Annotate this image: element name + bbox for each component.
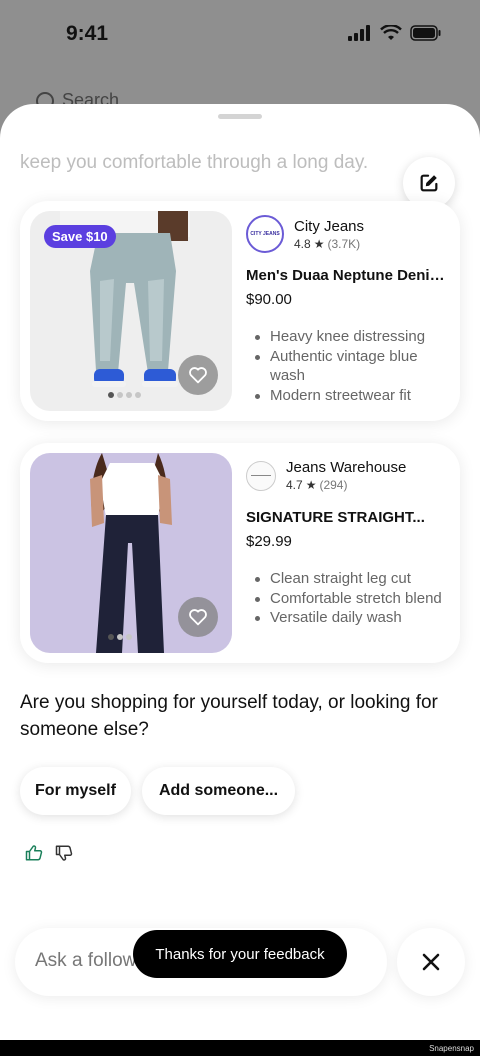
review-count: (294)	[319, 478, 348, 492]
image-pager-dots	[108, 634, 132, 640]
brand-rating: 4.7 ★ (294)	[286, 478, 406, 492]
brand-name: Jeans Warehouse	[286, 459, 407, 476]
chat-sheet: keep you comfortable through a long day.…	[0, 104, 480, 1040]
chip-add-someone[interactable]: Add someone...	[142, 767, 295, 815]
wifi-icon	[380, 25, 402, 40]
feature-list: Heavy knee distressing Authentic vintage…	[252, 327, 452, 405]
brand-rating: 4.8 ★ (3.7K)	[294, 237, 364, 251]
review-count: (3.7K)	[327, 236, 361, 251]
watermark: Snapensnap	[429, 1044, 474, 1053]
close-button[interactable]	[397, 928, 465, 996]
favorite-button[interactable]	[178, 355, 218, 395]
rating-value: 4.7	[286, 478, 303, 492]
thumbs-down-icon[interactable]	[55, 844, 73, 862]
footer-bar: Snapensnap	[0, 1040, 480, 1056]
thumbs-up-icon[interactable]	[25, 844, 43, 862]
status-bar: 9:41	[0, 0, 480, 72]
product-card[interactable]: Save $10 CITY JEANS City Jeans 4.8 ★ (3.…	[20, 201, 460, 421]
heart-icon	[189, 609, 207, 626]
star-icon: ★	[313, 236, 325, 251]
star-icon: ★	[305, 478, 317, 492]
feedback-toast: Thanks for your feedback	[133, 930, 347, 978]
brand-logo: CITY JEANS	[246, 215, 284, 253]
feature-item: Authentic vintage blue wash	[252, 347, 452, 386]
product-title[interactable]: SIGNATURE STRAIGHT...	[246, 509, 452, 526]
followup-placeholder: Ask a follow	[35, 950, 137, 971]
product-card[interactable]: Jeans Warehouse 4.7 ★ (294) SIGNATURE ST…	[20, 443, 460, 663]
status-icons	[348, 25, 442, 41]
product-image[interactable]	[30, 453, 232, 653]
product-price: $90.00	[246, 291, 292, 308]
feedback-buttons	[25, 844, 73, 862]
heart-icon	[189, 367, 207, 384]
image-pager-dots	[108, 392, 141, 398]
brand-row[interactable]: CITY JEANS City Jeans 4.8 ★ (3.7K)	[246, 215, 364, 253]
battery-icon	[410, 25, 441, 41]
signal-icon	[348, 25, 370, 41]
product-title[interactable]: Men's Duaa Neptune Denim...	[246, 267, 452, 284]
previous-message-text: keep you comfortable through a long day.	[20, 152, 369, 173]
discount-badge: Save $10	[44, 225, 116, 248]
feature-item: Clean straight leg cut	[252, 569, 452, 589]
sheet-grabber[interactable]	[218, 114, 262, 119]
feature-item: Modern streetwear fit	[252, 386, 452, 406]
feature-item: Heavy knee distressing	[252, 327, 452, 347]
close-icon	[422, 953, 440, 971]
rating-value: 4.8	[294, 236, 311, 251]
brand-name: City Jeans	[294, 217, 365, 235]
favorite-button[interactable]	[178, 597, 218, 637]
assistant-question: Are you shopping for yourself today, or …	[20, 692, 438, 740]
edit-icon	[420, 174, 438, 192]
product-price: $29.99	[246, 533, 292, 550]
brand-logo	[246, 460, 276, 491]
product-image[interactable]: Save $10	[30, 211, 232, 411]
feature-item: Versatile daily wash	[252, 608, 452, 628]
chip-for-myself[interactable]: For myself	[20, 767, 131, 815]
feature-list: Clean straight leg cut Comfortable stret…	[252, 569, 452, 628]
feature-item: Comfortable stretch blend	[252, 589, 452, 609]
brand-row[interactable]: Jeans Warehouse 4.7 ★ (294)	[246, 459, 406, 492]
status-time: 9:41	[66, 22, 109, 45]
